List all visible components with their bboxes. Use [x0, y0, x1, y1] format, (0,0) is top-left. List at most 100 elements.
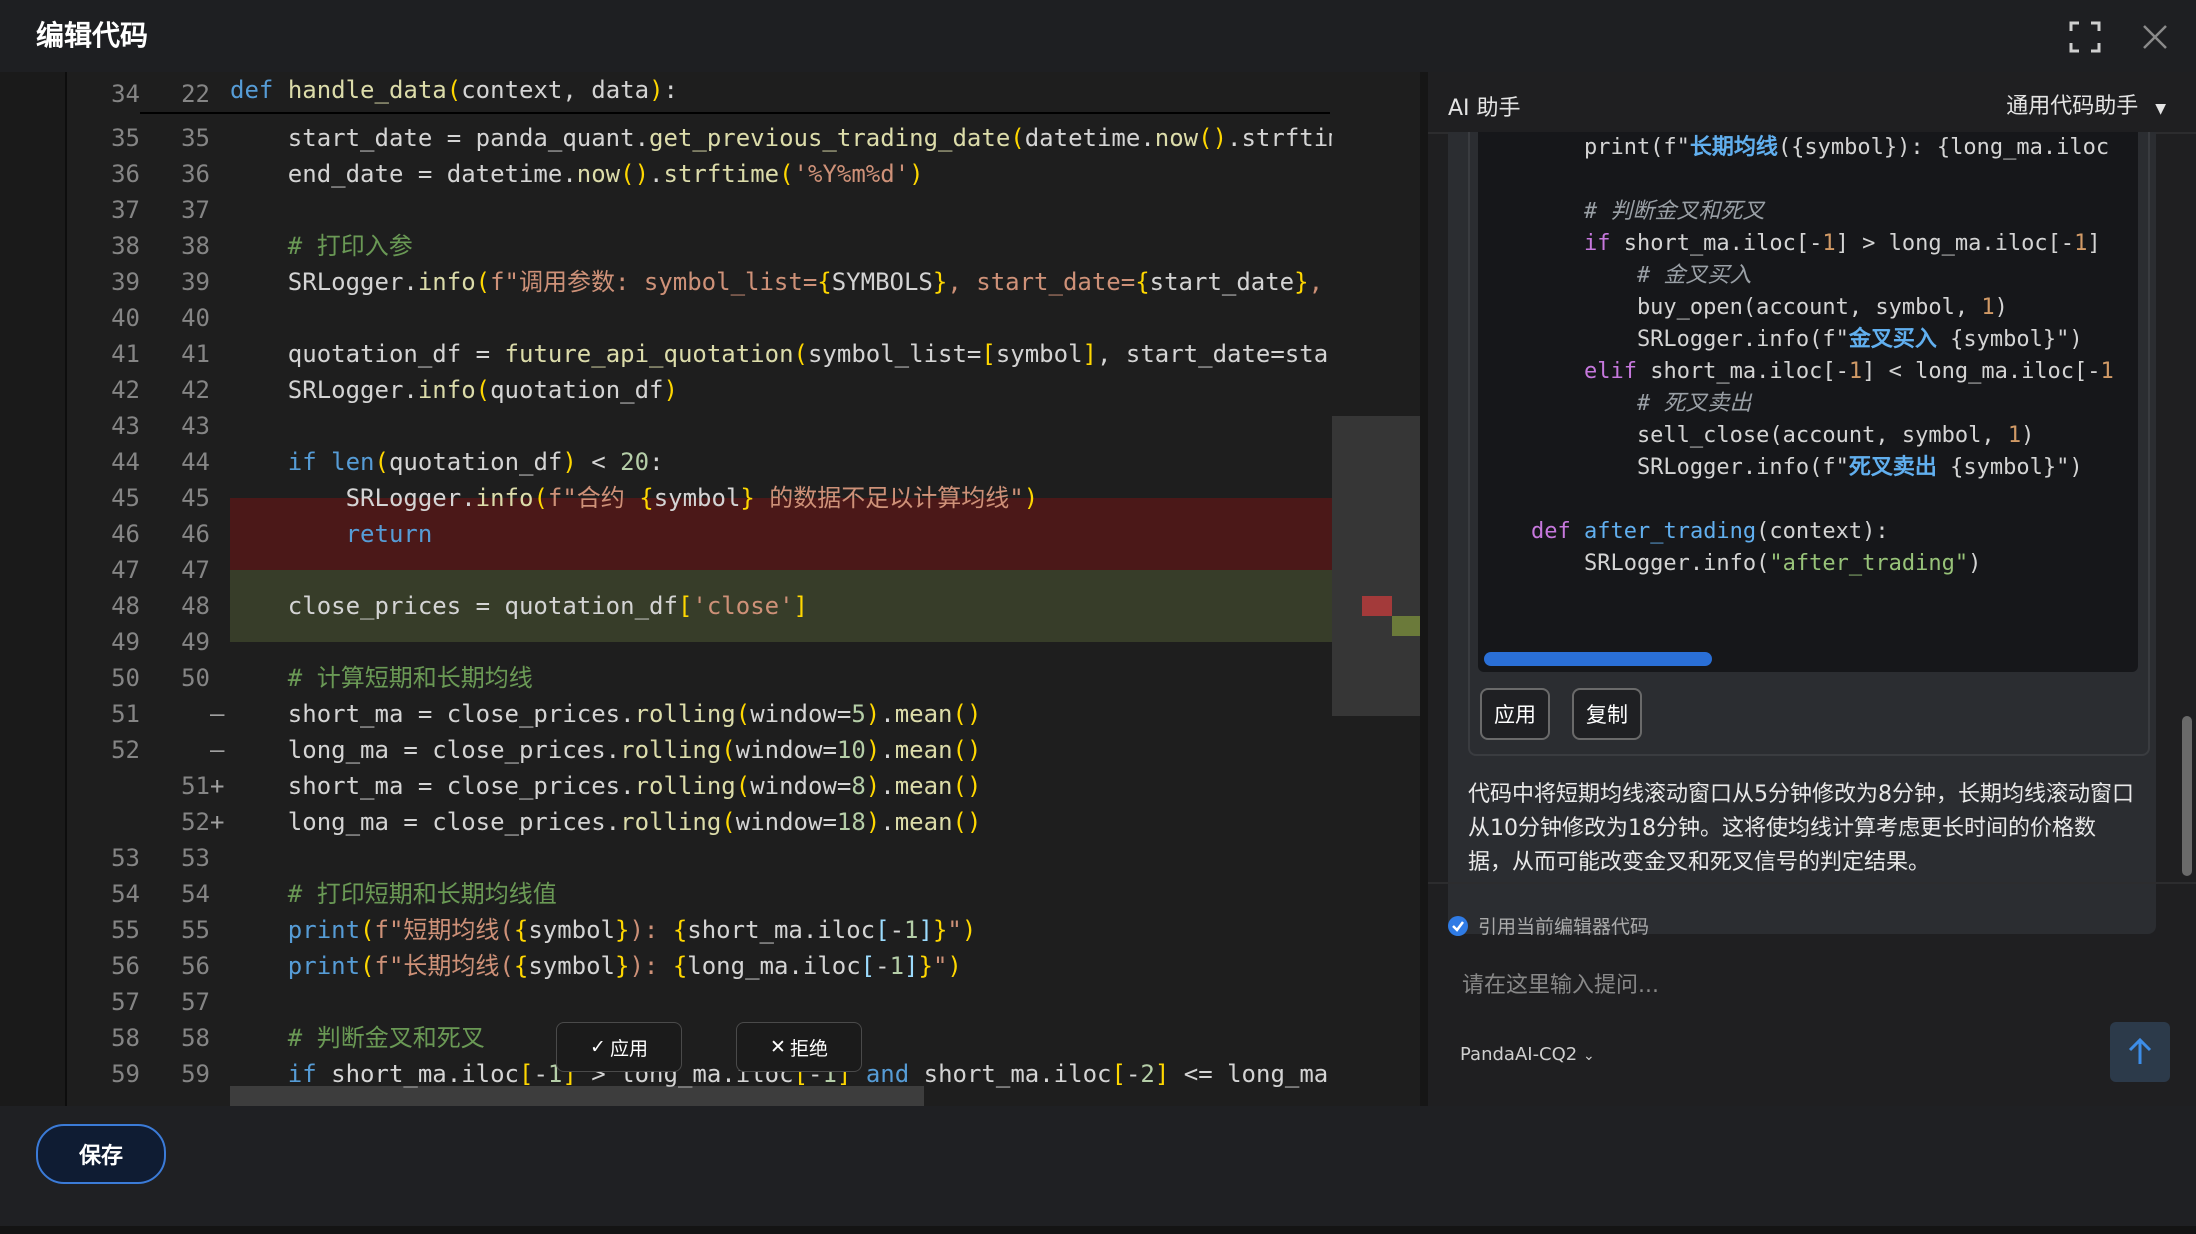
- line-number-modified: 48: [181, 592, 210, 620]
- line-number-modified: 38: [181, 232, 210, 260]
- code-horizontal-scrollbar[interactable]: [1484, 652, 1712, 666]
- code-suggestion: print(f"长期均线({symbol}): {long_ma.iloc # …: [1468, 132, 2150, 756]
- code-line: start_date = panda_quant.get_previous_tr…: [230, 124, 1358, 152]
- ai-message-card: print(f"长期均线({symbol}): {long_ma.iloc # …: [1448, 132, 2156, 934]
- line-number-modified: [140, 696, 210, 732]
- line-number-original: 50: [111, 664, 140, 692]
- line-number-original: 59: [111, 1060, 140, 1088]
- line-number-original: 55: [111, 916, 140, 944]
- line-number-original: 36: [111, 160, 140, 188]
- line-number-original: 54: [111, 880, 140, 908]
- save-button[interactable]: 保存: [36, 1124, 166, 1184]
- send-button[interactable]: [2110, 1022, 2170, 1082]
- ai-input-area: 引用当前编辑器代码 PandaAI-CQ2 ⌄: [1428, 882, 2196, 1108]
- x-icon: ✕: [770, 1036, 786, 1058]
- reject-diff-button[interactable]: ✕ 拒绝: [736, 1022, 862, 1072]
- line-number-original: 52: [111, 736, 140, 764]
- line-number-original: 49: [111, 628, 140, 656]
- suggested-code-line: sell_close(account, symbol, 1): [1478, 423, 2035, 448]
- line-number: 22: [181, 80, 210, 108]
- minimap-deleted-marker: [1362, 596, 1392, 616]
- line-number-original: 48: [111, 592, 140, 620]
- deleted-line-marker: —: [210, 736, 225, 764]
- suggested-code-line: # 死叉卖出: [1636, 391, 1752, 416]
- code-line: SRLogger.info(f"合约 {symbol} 的数据不足以计算均线"): [230, 484, 1039, 512]
- check-icon: ✓: [590, 1036, 606, 1058]
- line-number-modified: 44: [181, 448, 210, 476]
- line-number-original: 46: [111, 520, 140, 548]
- model-select[interactable]: PandaAI-CQ2 ⌄: [1460, 1044, 1595, 1065]
- suggested-code-line: SRLogger.info(f"金叉买入 {symbol}"): [1478, 327, 2083, 352]
- line-number: 34: [111, 80, 140, 108]
- panel-divider[interactable]: [1420, 72, 1428, 1106]
- reference-editor-checkbox[interactable]: [1448, 916, 1468, 936]
- line-number-original: 57: [111, 988, 140, 1016]
- line-number-modified: 36: [181, 160, 210, 188]
- accept-diff-button[interactable]: ✓ 应用: [556, 1022, 682, 1072]
- code-line: return: [345, 520, 433, 548]
- chevron-down-icon: ⌄: [1582, 1048, 1595, 1064]
- line-number-original: 38: [111, 232, 140, 260]
- ai-explanation-text: 代码中将短期均线滚动窗口从5分钟修改为8分钟，长期均线滚动窗口从10分钟修改为1…: [1468, 782, 2134, 875]
- line-number-modified: 39: [181, 268, 210, 296]
- line-number-original: 35: [111, 124, 140, 152]
- horizontal-scrollbar[interactable]: [230, 1086, 924, 1106]
- suggested-code-line: if short_ma.iloc[-1] > long_ma.iloc[-1]: [1583, 231, 2101, 256]
- line-number-original: [66, 804, 140, 840]
- line-number-modified: 57: [181, 988, 210, 1016]
- fullscreen-icon[interactable]: [2068, 20, 2102, 54]
- added-line-marker: +: [210, 808, 225, 836]
- code-line: close_prices = quotation_df['close']: [230, 592, 808, 620]
- line-number-original: 39: [111, 268, 140, 296]
- reference-editor-label: 引用当前编辑器代码: [1478, 916, 1650, 938]
- assistant-mode-select[interactable]: 通用代码助手 ▼: [2006, 88, 2166, 120]
- close-icon[interactable]: [2138, 20, 2172, 54]
- code-line: # 打印短期和长期均线值: [287, 880, 557, 908]
- suggested-code-line: SRLogger.info(f"死叉卖出 {symbol}"): [1478, 455, 2083, 480]
- line-number-modified: 52: [181, 808, 210, 836]
- line-number-modified: 46: [181, 520, 210, 548]
- line-number-modified: 58: [181, 1024, 210, 1052]
- code-line: def handle_data(context, data):: [230, 76, 678, 104]
- ai-panel-title: AI 助手: [1448, 96, 1521, 121]
- line-number-original: 58: [111, 1024, 140, 1052]
- line-number-modified: 56: [181, 952, 210, 980]
- minimap-slider[interactable]: [1332, 416, 1420, 716]
- suggested-code-line: def after_trading(context):: [1530, 519, 1889, 544]
- suggested-code-line: print(f"长期均线({symbol}): {long_ma.iloc: [1478, 135, 2110, 160]
- line-number-modified: 43: [181, 412, 210, 440]
- line-number-modified: 37: [181, 196, 210, 224]
- added-line-marker: +: [210, 772, 225, 800]
- line-number-original: 43: [111, 412, 140, 440]
- line-number-modified: 41: [181, 340, 210, 368]
- code-suggestion-content: print(f"长期均线({symbol}): {long_ma.iloc # …: [1478, 132, 2138, 672]
- code-line-deleted: long_ma = close_prices.rolling(window=10…: [230, 736, 982, 764]
- suggested-code-line: SRLogger.info("after_trading"): [1478, 551, 1982, 576]
- prompt-input[interactable]: [1460, 964, 2124, 1006]
- apply-suggestion-button[interactable]: 应用: [1480, 688, 1550, 740]
- arrow-up-icon: [2128, 1037, 2152, 1064]
- line-number-modified: 53: [181, 844, 210, 872]
- line-number-modified: 40: [181, 304, 210, 332]
- copy-code-button[interactable]: 复制: [1572, 688, 1642, 740]
- line-number-original: 44: [111, 448, 140, 476]
- line-number-original: 41: [111, 340, 140, 368]
- code-line-added: long_ma = close_prices.rolling(window=18…: [230, 808, 982, 836]
- line-number-modified: 45: [181, 484, 210, 512]
- code-line: end_date = datetime.now().strftime('%Y%m…: [230, 160, 924, 188]
- suggested-code-line: # 判断金叉和死叉: [1583, 199, 1765, 224]
- line-number-original: 45: [111, 484, 140, 512]
- code-diff-editor[interactable]: 34 22 def handle_data(context, data): st…: [0, 72, 1420, 1106]
- line-number-modified: 50: [181, 664, 210, 692]
- ai-assistant-panel: AI 助手 通用代码助手 ▼ print(f"长期均线({symbol}): {…: [1428, 72, 2196, 1106]
- ai-panel-scrollbar[interactable]: [2182, 716, 2192, 876]
- line-number-modified: 42: [181, 376, 210, 404]
- line-number-modified: 49: [181, 628, 210, 656]
- editor-side-strip: [0, 72, 67, 1106]
- dialog-header: 编辑代码: [0, 0, 2196, 72]
- line-number-original: 53: [111, 844, 140, 872]
